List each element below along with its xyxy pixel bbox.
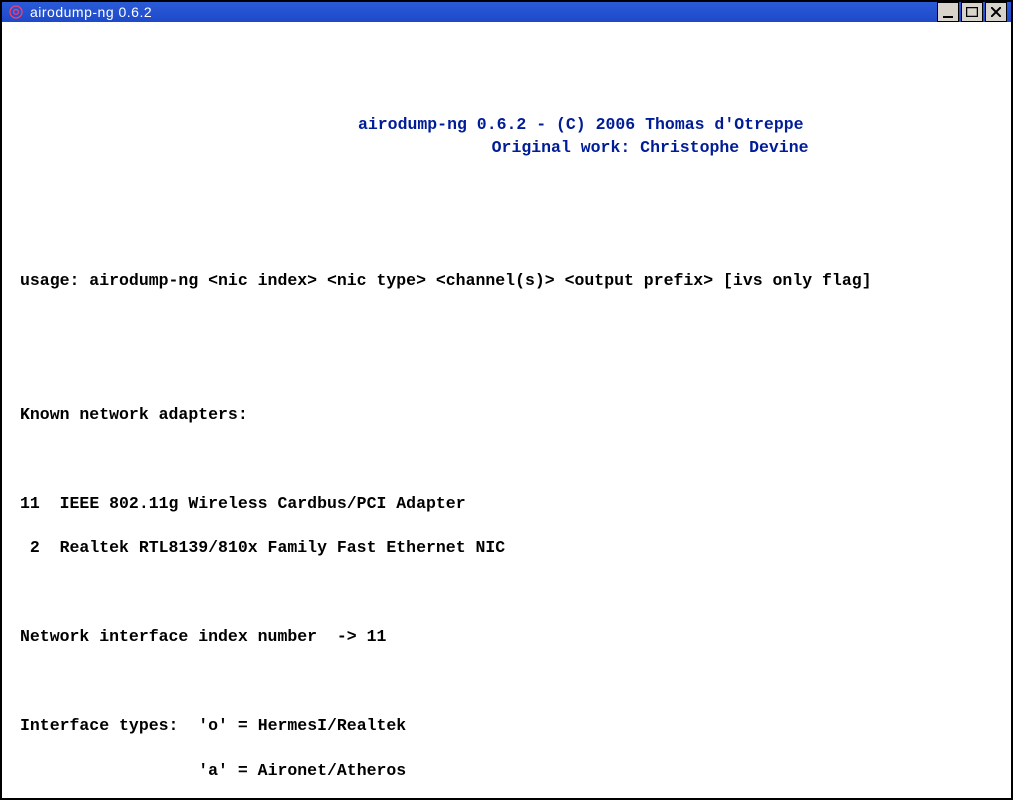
adapters-title: Known network adapters:	[20, 404, 993, 426]
blank-6	[20, 582, 993, 604]
blank-3	[20, 315, 993, 337]
blank-4	[20, 359, 993, 381]
prompt-index: Network interface index number -> 11	[20, 626, 993, 648]
titlebar: airodump-ng 0.6.2	[2, 2, 1011, 22]
adapter-row-1: 11 IEEE 802.11g Wireless Cardbus/PCI Ada…	[20, 493, 993, 515]
console-area[interactable]: airodump-ng 0.6.2 - (C) 2006 Thomas d'Ot…	[2, 22, 1011, 798]
close-button[interactable]	[985, 2, 1007, 22]
window-buttons	[937, 2, 1011, 22]
app-icon	[8, 4, 24, 20]
maximize-button[interactable]	[961, 2, 983, 22]
blank-7	[20, 671, 993, 693]
blank-5	[20, 448, 993, 470]
blank-1	[20, 181, 993, 203]
usage-line: usage: airodump-ng <nic index> <nic type…	[20, 270, 993, 292]
app-window: airodump-ng 0.6.2 airodump-ng 0.6.2 - (C…	[0, 0, 1013, 800]
iface-types-1: Interface types: 'o' = HermesI/Realtek	[20, 715, 993, 737]
minimize-button[interactable]	[937, 2, 959, 22]
header-line-2: Original work: Christophe Devine	[20, 137, 993, 159]
blank-2	[20, 226, 993, 248]
header-line-1: airodump-ng 0.6.2 - (C) 2006 Thomas d'Ot…	[20, 114, 993, 136]
window-title: airodump-ng 0.6.2	[30, 4, 152, 20]
iface-types-2: 'a' = Aironet/Atheros	[20, 760, 993, 782]
header-block: airodump-ng 0.6.2 - (C) 2006 Thomas d'Ot…	[20, 114, 993, 159]
adapter-row-2: 2 Realtek RTL8139/810x Family Fast Ether…	[20, 537, 993, 559]
